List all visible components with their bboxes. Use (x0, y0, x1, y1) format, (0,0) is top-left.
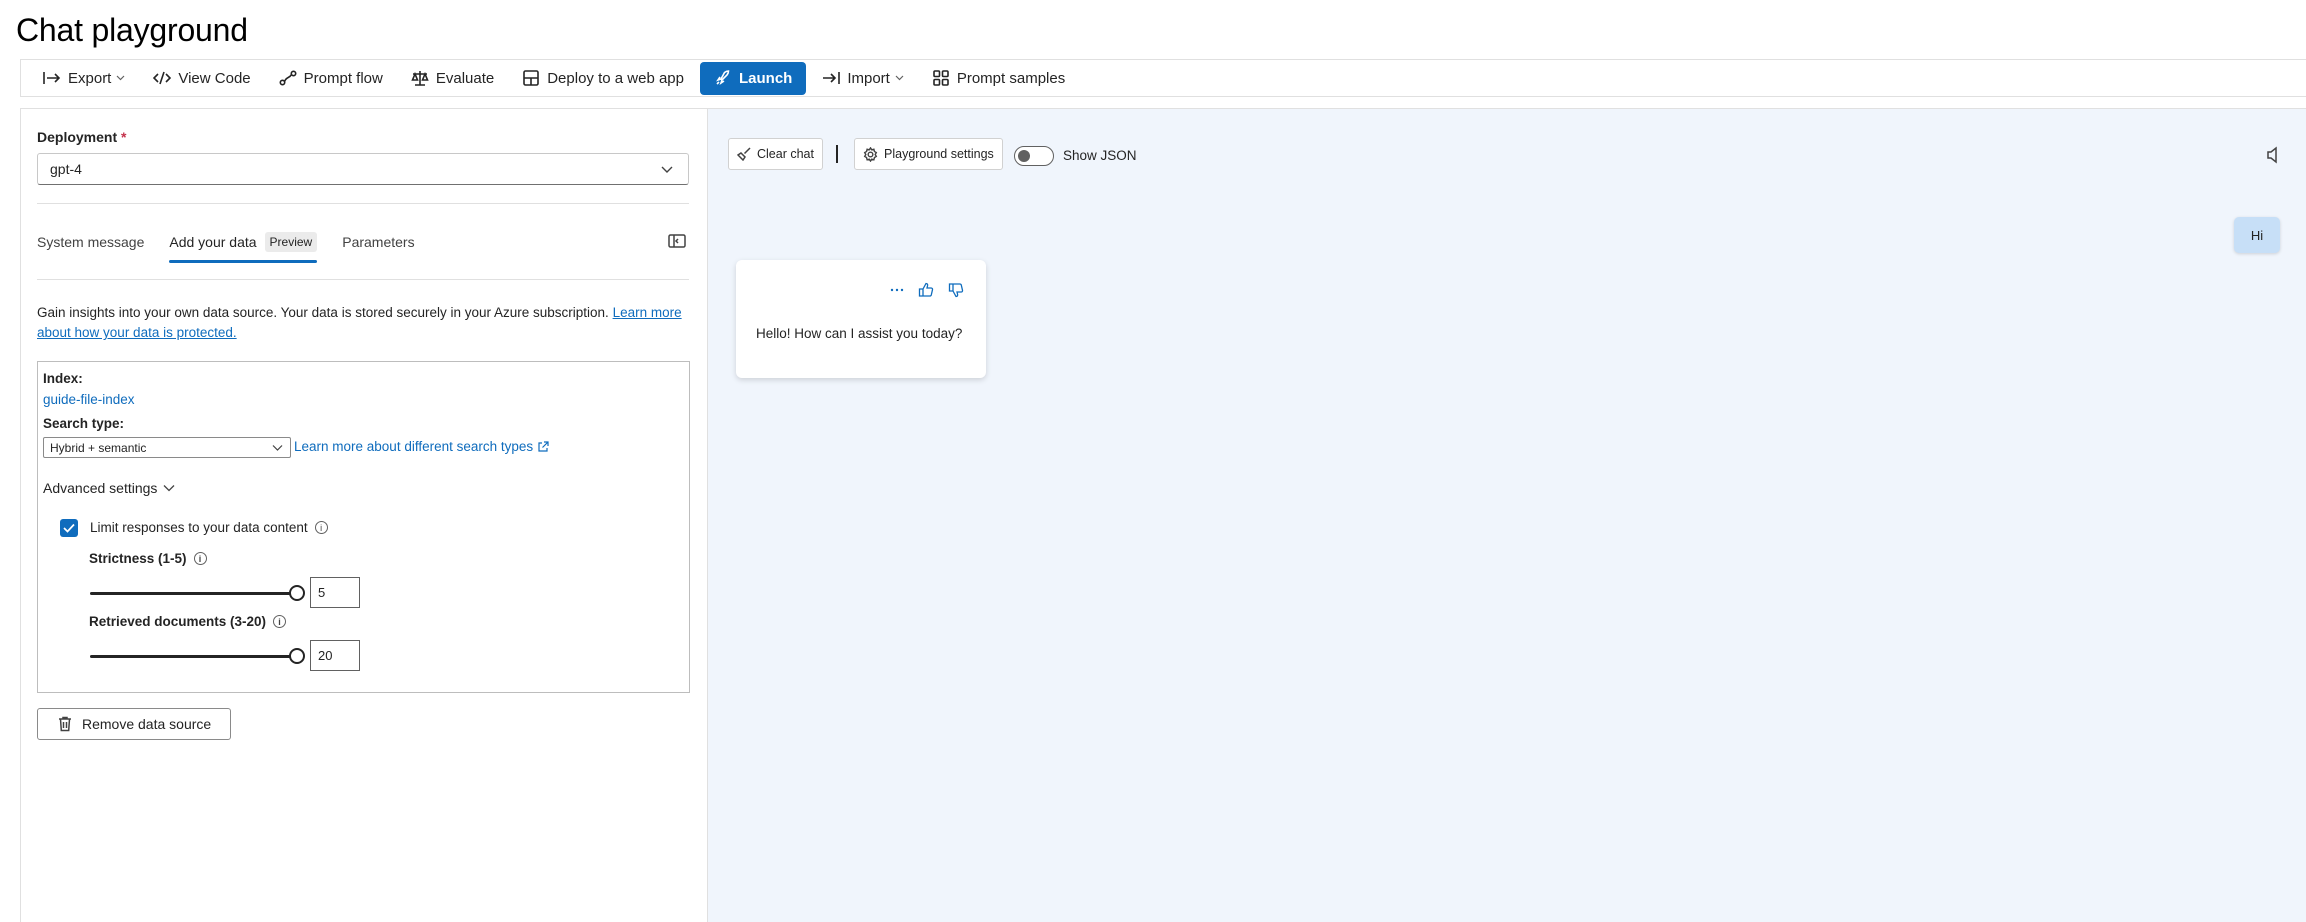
flow-icon (279, 69, 297, 87)
command-toolbar: Export View Code Prompt flow Evaluate De… (20, 59, 2306, 97)
import-label: Import (847, 69, 890, 87)
tab-add-your-data[interactable]: Add your data Preview (169, 225, 318, 263)
app-icon (522, 69, 540, 87)
search-types-link[interactable]: Learn more about different search types (294, 439, 549, 454)
deployment-value: gpt-4 (50, 161, 82, 177)
import-button[interactable]: Import (810, 62, 916, 94)
assistant-message-text: Hello! How can I assist you today? (756, 326, 963, 341)
retrieved-documents-input[interactable]: 20 (310, 640, 360, 671)
export-icon (43, 69, 61, 87)
prompt-flow-button[interactable]: Prompt flow (267, 62, 395, 94)
trash-icon (58, 716, 72, 732)
clear-chat-button[interactable]: Clear chat (728, 138, 823, 170)
chevron-down-icon (272, 442, 283, 456)
deployment-label: Deployment * (37, 129, 127, 145)
chevron-down-icon (116, 75, 125, 81)
chevron-down-icon (660, 162, 674, 179)
show-json-label: Show JSON (1063, 148, 1137, 163)
more-options-icon[interactable] (890, 288, 904, 292)
limit-responses-checkbox[interactable] (60, 519, 78, 537)
divider (37, 203, 689, 204)
data-description: Gain insights into your own data source.… (37, 305, 682, 340)
evaluate-button[interactable]: Evaluate (399, 62, 506, 94)
search-type-select[interactable]: Hybrid + semantic (43, 437, 291, 458)
strictness-label: Strictness (1-5) i (89, 551, 207, 566)
chevron-down-icon (163, 484, 175, 492)
remove-data-source-button[interactable]: Remove data source (37, 708, 231, 740)
retrieved-slider-track[interactable] (90, 655, 297, 658)
launch-button[interactable]: Launch (699, 61, 807, 95)
view-code-button[interactable]: View Code (141, 62, 262, 94)
tab-system-message[interactable]: System message (37, 225, 144, 259)
info-icon[interactable]: i (193, 552, 207, 565)
code-icon (153, 69, 172, 87)
prompt-flow-label: Prompt flow (303, 69, 383, 87)
retrieved-slider-thumb[interactable] (289, 648, 305, 664)
export-label: Export (68, 69, 112, 87)
data-source-box: Index: guide-file-index Search type: Hyb… (37, 361, 690, 693)
scales-icon (411, 69, 429, 87)
gear-icon (863, 146, 878, 162)
show-json-toggle[interactable] (1014, 146, 1054, 166)
playground-settings-button[interactable]: Playground settings (854, 138, 1003, 170)
checkmark-icon (63, 523, 75, 533)
message-actions (890, 282, 964, 298)
toolbar-separator (836, 145, 838, 163)
toggle-knob (1018, 150, 1030, 162)
setup-panel: Deployment * gpt-4 System message Add yo… (20, 108, 708, 922)
divider (37, 279, 689, 280)
tab-parameters[interactable]: Parameters (342, 225, 414, 259)
search-type-value: Hybrid + semantic (50, 440, 147, 455)
strictness-input[interactable]: 5 (310, 577, 360, 608)
user-message: Hi (2234, 217, 2280, 253)
grid-icon (932, 69, 950, 87)
thumbs-down-icon[interactable] (948, 282, 964, 298)
strictness-slider-thumb[interactable] (289, 585, 305, 601)
deployment-select[interactable]: gpt-4 (37, 153, 689, 185)
launch-label: Launch (738, 69, 793, 87)
evaluate-label: Evaluate (435, 69, 495, 87)
search-type-label: Search type: (43, 416, 125, 431)
broom-icon (737, 147, 751, 161)
advanced-settings-toggle[interactable]: Advanced settings (43, 480, 175, 496)
strictness-slider-track[interactable] (90, 592, 297, 595)
external-link-icon (537, 440, 549, 453)
rocket-icon (714, 69, 732, 87)
limit-responses-label: Limit responses to your data content i (90, 520, 328, 535)
setup-tabs: System message Add your data Preview Para… (37, 225, 440, 263)
index-link[interactable]: guide-file-index (43, 392, 135, 407)
deploy-web-app-button[interactable]: Deploy to a web app (510, 62, 696, 94)
deploy-label: Deploy to a web app (547, 69, 684, 87)
info-icon[interactable]: i (314, 521, 328, 534)
retrieved-documents-label: Retrieved documents (3-20) i (89, 614, 287, 629)
preview-badge: Preview (264, 232, 318, 252)
prompt-samples-button[interactable]: Prompt samples (920, 62, 1077, 94)
import-icon (822, 69, 841, 87)
index-label: Index: (43, 371, 83, 386)
speaker-icon[interactable] (2264, 146, 2282, 164)
panel-collapse-icon[interactable] (668, 233, 686, 249)
chat-panel: Clear chat Playground settings Show JSON… (708, 108, 2306, 922)
thumbs-up-icon[interactable] (918, 282, 934, 298)
chevron-down-icon (895, 75, 904, 81)
page-title: Chat playground (16, 12, 248, 48)
view-code-label: View Code (178, 69, 251, 87)
prompt-samples-label: Prompt samples (956, 69, 1066, 87)
assistant-message-card: Hello! How can I assist you today? (736, 260, 986, 378)
info-icon[interactable]: i (273, 615, 287, 628)
export-button[interactable]: Export (31, 62, 137, 94)
